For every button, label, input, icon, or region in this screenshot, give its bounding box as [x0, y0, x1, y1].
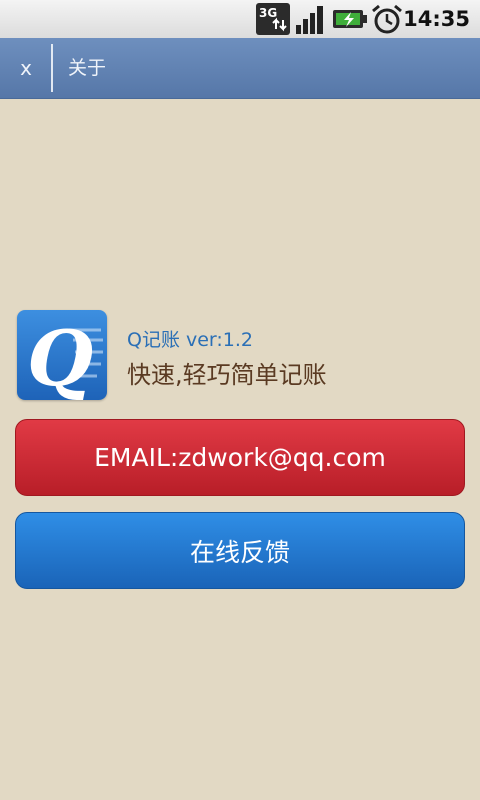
app-slogan: 快速,轻巧简单记账: [127, 361, 327, 389]
title-bar: x 关于: [0, 38, 480, 99]
title-divider: [51, 44, 53, 92]
battery-charging-icon: [333, 10, 367, 28]
close-button[interactable]: x: [0, 38, 52, 98]
status-bar: 3G 14:35: [0, 0, 480, 39]
app-logo-letter: Q: [27, 314, 93, 400]
email-button[interactable]: EMAIL:zdwork@qq.com: [15, 419, 465, 496]
alarm-clock-icon: [372, 4, 402, 34]
network-type-label: 3G: [259, 6, 277, 20]
app-logo-icon: Q: [17, 310, 107, 400]
page-title: 关于: [68, 57, 107, 79]
online-feedback-button[interactable]: 在线反馈: [15, 512, 465, 589]
status-time: 14:35: [403, 7, 470, 31]
signal-strength-icon: [296, 6, 323, 34]
network-3g-icon: 3G: [256, 3, 290, 35]
app-version: Q记账 ver:1.2: [127, 329, 254, 351]
